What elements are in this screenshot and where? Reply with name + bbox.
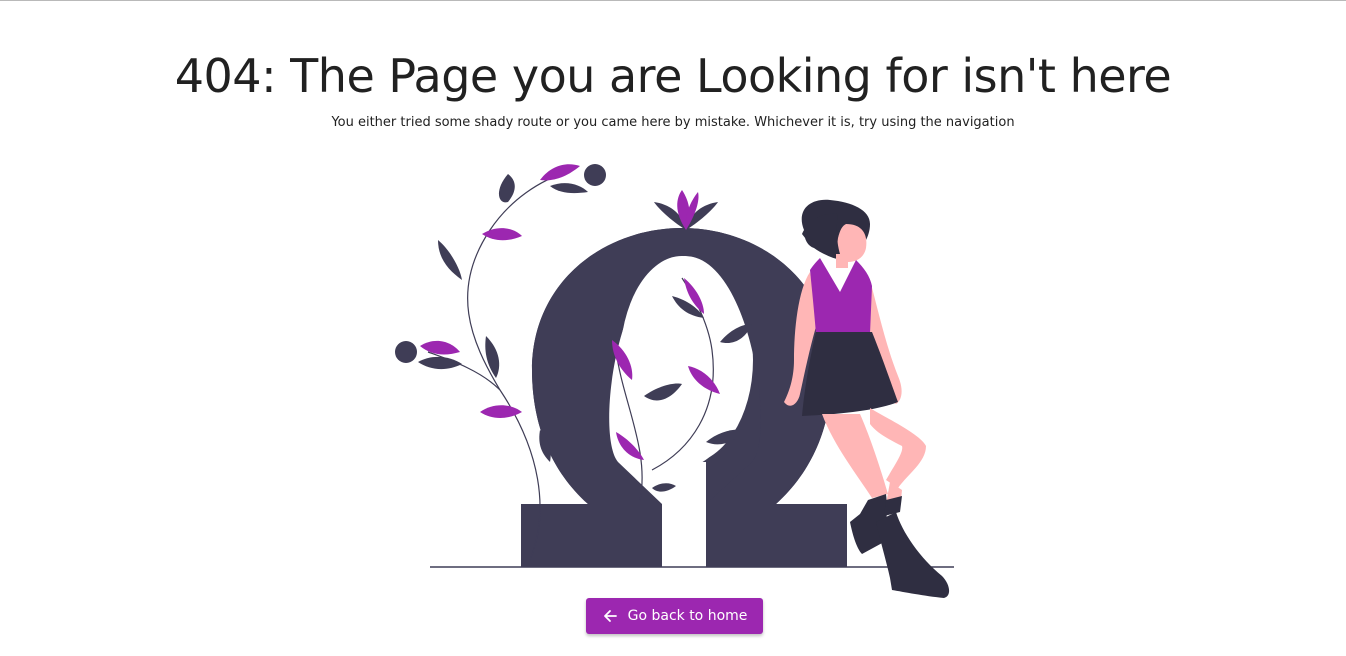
page-title: 404: The Page you are Looking for isn't … [174, 49, 1172, 103]
error-illustration [390, 150, 970, 610]
illustration-svg [395, 164, 954, 598]
arrow-left-icon [602, 608, 618, 624]
top-divider [0, 0, 1346, 1]
not-found-page: 404: The Page you are Looking for isn't … [0, 0, 1346, 656]
go-back-home-button[interactable]: Go back to home [586, 598, 763, 634]
page-subtitle: You either tried some shady route or you… [331, 115, 1015, 130]
top-flower [654, 190, 718, 230]
go-back-home-label: Go back to home [627, 608, 748, 624]
